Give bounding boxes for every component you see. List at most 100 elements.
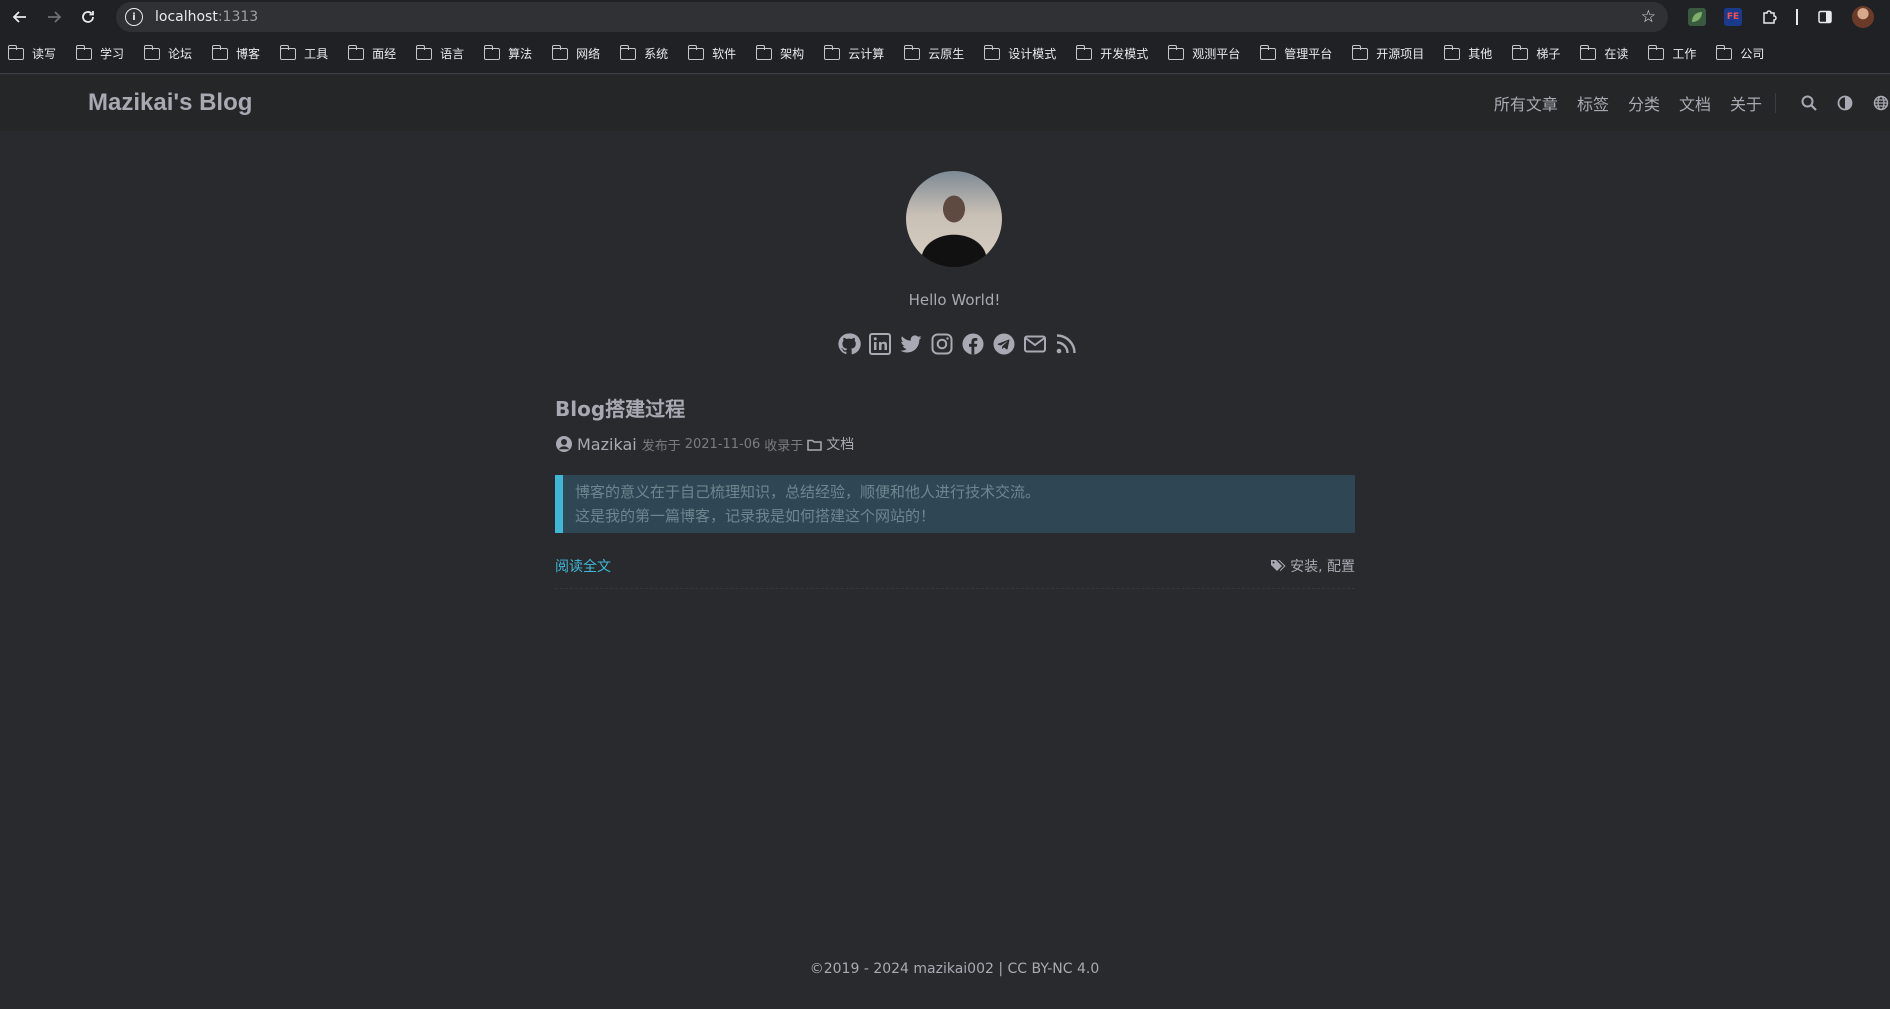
bookmark-folder[interactable]: 面经 (347, 44, 397, 62)
bookmark-label: 梯子 (1536, 47, 1561, 61)
menu-divider (1775, 93, 1776, 113)
user-circle-icon (556, 436, 572, 452)
telegram-icon[interactable] (992, 332, 1016, 356)
address-bar[interactable]: i localhost:1313 ☆ (116, 2, 1668, 32)
bookmark-folder[interactable]: 开源项目 (1351, 44, 1424, 62)
fe-extension-icon[interactable]: FE (1724, 8, 1742, 26)
folder-icon (619, 44, 637, 60)
bookmark-folder[interactable]: 开发模式 (1075, 44, 1148, 62)
back-button[interactable] (6, 3, 34, 31)
email-icon[interactable] (1023, 332, 1047, 356)
language-globe-icon[interactable] (1872, 94, 1890, 112)
side-panel-icon[interactable] (1816, 8, 1834, 26)
site-logo[interactable]: Mazikai's Blog (88, 89, 252, 117)
github-icon[interactable] (837, 332, 861, 356)
folder-icon (1443, 44, 1461, 60)
folder-icon (687, 44, 705, 60)
site-subtitle: Hello World! (908, 291, 1001, 309)
tag-list[interactable]: 安装, 配置 (1290, 556, 1355, 576)
bookmark-folder[interactable]: 学习 (75, 44, 125, 62)
twitter-icon[interactable] (899, 332, 923, 356)
post-summary: 博客的意义在于自己梳理知识，总结经验，顺便和他人进行技术交流。 这是我的第一篇博… (555, 475, 1355, 533)
bookmark-folder[interactable]: 博客 (211, 44, 261, 62)
bookmark-folder[interactable]: 其他 (1443, 44, 1492, 62)
read-more-link[interactable]: 阅读全文 (555, 556, 611, 576)
author-avatar (906, 171, 1002, 267)
profile-avatar[interactable] (1852, 6, 1874, 28)
toolbar-divider (1796, 9, 1798, 25)
summary-line: 这是我的第一篇博客，记录我是如何搭建这个网站的！ (575, 507, 936, 525)
post-author[interactable]: Mazikai (577, 435, 637, 454)
bookmark-folder[interactable]: 系统 (619, 44, 668, 62)
bookmark-folder[interactable]: 云计算 (823, 44, 885, 62)
bookmark-folder[interactable]: 软件 (687, 44, 737, 62)
bookmark-folder[interactable]: 算法 (483, 44, 532, 62)
bookmark-folder[interactable]: 公司 (1715, 44, 1764, 62)
folder-icon (1715, 44, 1733, 60)
collected-label: 收录于 (764, 438, 804, 454)
bookmark-folder[interactable]: 网络 (551, 44, 600, 62)
forward-button[interactable] (40, 3, 68, 31)
folder-icon (551, 44, 569, 60)
bookmark-folder[interactable]: 语言 (415, 44, 464, 62)
folder-icon (983, 44, 1001, 60)
folder-icon (347, 44, 365, 60)
leaf-extension-icon[interactable] (1688, 8, 1706, 26)
bookmark-folder[interactable]: 论坛 (143, 44, 193, 62)
folder-icon (75, 44, 93, 60)
folder-icon (415, 44, 433, 60)
reload-button[interactable] (74, 3, 102, 31)
bookmark-label: 软件 (712, 47, 737, 61)
post-footer: 阅读全文 安装, 配置 (555, 556, 1355, 589)
arrow-left-icon (12, 11, 26, 23)
post-title[interactable]: Blog搭建过程 (555, 393, 1355, 422)
menu-item-documents[interactable]: 文档 (1679, 91, 1711, 115)
folder-icon (823, 44, 841, 60)
folder-icon (143, 44, 161, 60)
bookmark-label: 学习 (100, 47, 125, 61)
bookmark-folder[interactable]: 读写 (7, 44, 56, 62)
menu-item-about[interactable]: 关于 (1730, 91, 1762, 115)
theme-toggle-icon[interactable] (1836, 94, 1854, 112)
bookmark-label: 论坛 (168, 47, 193, 61)
url-text: localhost:1313 (155, 9, 258, 25)
bookmark-folder[interactable]: 梯子 (1511, 44, 1561, 62)
menu-item-tags[interactable]: 标签 (1577, 91, 1609, 115)
bookmark-label: 设计模式 (1008, 47, 1057, 61)
linkedin-icon[interactable] (868, 332, 892, 356)
bookmark-star-icon[interactable]: ☆ (1641, 7, 1656, 27)
copyright-icon: © (809, 961, 824, 977)
bookmark-folder[interactable]: 架构 (755, 44, 804, 62)
menu-item-categories[interactable]: 分类 (1628, 91, 1660, 115)
facebook-icon[interactable] (961, 332, 985, 356)
bookmark-folder[interactable]: 观测平台 (1167, 44, 1240, 62)
bookmark-folder[interactable]: 工具 (279, 44, 328, 62)
folder-icon (1511, 44, 1529, 60)
folder-icon (755, 44, 773, 60)
folder-icon (279, 44, 297, 60)
instagram-icon[interactable] (930, 332, 954, 356)
bookmark-folder[interactable]: 在读 (1579, 44, 1629, 62)
rss-icon[interactable] (1054, 332, 1078, 356)
bookmark-label: 在读 (1604, 47, 1629, 61)
folder-icon (7, 44, 24, 60)
bookmarks-bar: 读写 学习 论坛 博客 工具 面经 语言 算法 网络 系统 软件 架构 云计算 … (0, 34, 1890, 74)
bookmark-folder[interactable]: 云原生 (903, 44, 964, 62)
puzzle-extension-icon[interactable] (1760, 8, 1778, 26)
menu-item-all-posts[interactable]: 所有文章 (1494, 91, 1558, 115)
browser-toolbar: i localhost:1313 ☆ FE (0, 0, 1890, 34)
bookmark-folder[interactable]: 工作 (1647, 44, 1696, 62)
post-category[interactable]: 文档 (826, 434, 854, 454)
folder-icon (211, 44, 229, 60)
post-date: 2021-11-06 (684, 436, 761, 452)
reload-icon (82, 11, 94, 23)
bookmark-label: 面经 (372, 47, 397, 61)
search-icon[interactable] (1800, 94, 1818, 112)
bookmark-folder[interactable]: 设计模式 (983, 44, 1057, 62)
site-info-icon[interactable]: i (125, 8, 143, 26)
bookmark-label: 博客 (236, 47, 261, 61)
folder-icon (1259, 44, 1277, 60)
bookmark-label: 云计算 (848, 47, 885, 61)
bookmark-folder[interactable]: 管理平台 (1259, 44, 1332, 62)
tags-icon (1271, 560, 1286, 571)
